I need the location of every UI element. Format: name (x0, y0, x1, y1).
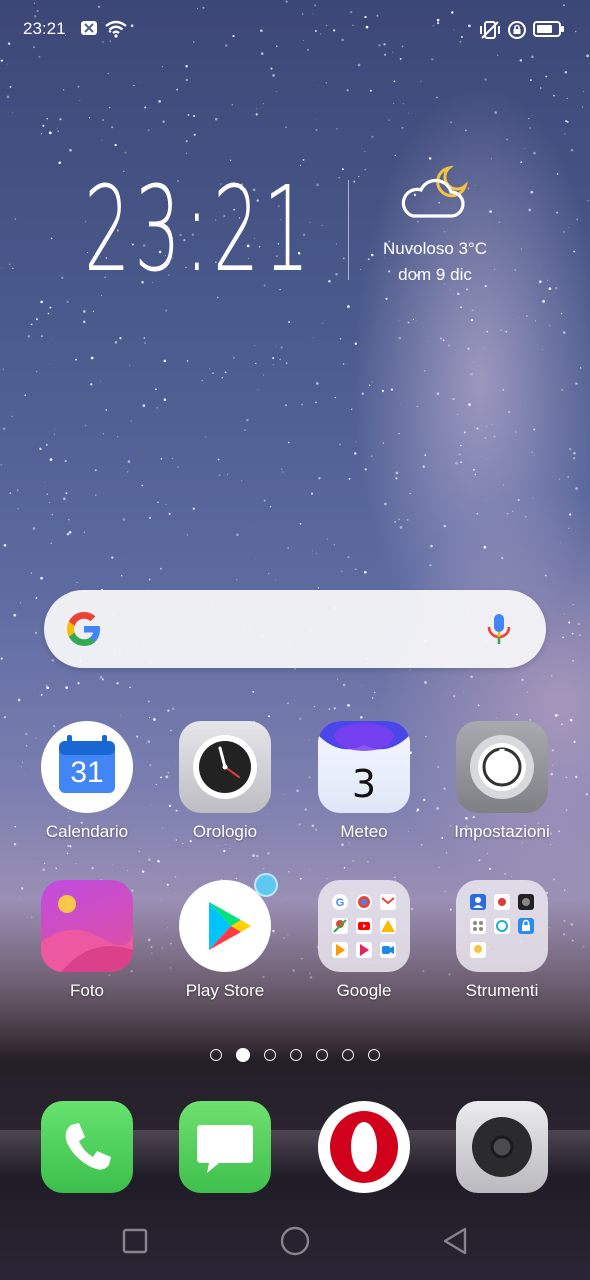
opera-icon (318, 1101, 410, 1193)
page-dot[interactable] (342, 1048, 354, 1061)
wifi-icon (104, 20, 128, 43)
page-dot[interactable] (290, 1048, 302, 1061)
camera-icon (456, 1101, 548, 1193)
dock-camera[interactable] (437, 1101, 567, 1193)
page-indicator[interactable] (0, 1046, 590, 1064)
calendar-date-text: 31 (70, 756, 103, 789)
weather-icon: 3 (318, 721, 410, 813)
page-dot[interactable] (210, 1048, 222, 1061)
page-dot[interactable] (368, 1048, 380, 1061)
page-dot[interactable] (264, 1048, 276, 1061)
navigation-bar (0, 1210, 590, 1270)
page-dot[interactable] (236, 1047, 250, 1062)
svg-text:G: G (336, 897, 345, 909)
clock-icon (179, 721, 271, 813)
app-label: Meteo (340, 822, 388, 841)
status-time: 23:21 (23, 19, 66, 38)
app-impostazioni[interactable]: Impostazioni (437, 721, 567, 842)
folder-icon (456, 880, 548, 972)
folder-icon: G (318, 880, 410, 972)
photos-icon (41, 880, 133, 972)
weather-condition: Nuvoloso 3°C (382, 239, 488, 258)
app-calendario[interactable]: 31 Calendario (22, 721, 152, 842)
meteo-number-text: 3 (352, 762, 376, 806)
google-g-logo (64, 609, 104, 654)
app-label: Impostazioni (454, 822, 550, 841)
battery-icon (533, 20, 565, 43)
weather-widget[interactable]: Nuvoloso 3°C dom 9 dic (370, 162, 500, 288)
page-dot[interactable] (316, 1048, 328, 1061)
app-label: Strumenti (465, 981, 539, 1000)
dock-opera[interactable] (299, 1101, 429, 1193)
notification-badge (254, 873, 278, 897)
clock-widget-time[interactable]: 23:21 (84, 170, 313, 288)
widget-date: dom 9 dic (398, 265, 472, 284)
app-foto[interactable]: Foto (22, 880, 152, 1001)
calendar-icon: 31 (41, 721, 133, 813)
app-label: Foto (69, 981, 105, 1000)
recent-apps-button[interactable] (122, 1228, 148, 1259)
home-button[interactable] (280, 1226, 310, 1261)
widget-divider (348, 180, 349, 280)
google-search-bar[interactable] (44, 590, 546, 668)
app-play-store[interactable]: Play Store (160, 873, 290, 1001)
app-meteo[interactable]: 3 Meteo (299, 721, 429, 842)
folder-strumenti[interactable]: Strumenti (437, 880, 567, 1001)
app-label: Calendario (45, 822, 129, 841)
folder-google[interactable]: G Google (299, 880, 429, 1001)
dock-messages[interactable] (160, 1101, 290, 1193)
settings-icon (456, 721, 548, 813)
messages-icon (179, 1101, 271, 1193)
notification-icon (80, 20, 98, 41)
app-label: Play Store (185, 981, 265, 1000)
app-label: Google (336, 981, 392, 1000)
status-bar: 23:21 (0, 0, 590, 60)
back-button[interactable] (441, 1226, 469, 1261)
vibrate-off-icon (479, 20, 501, 45)
app-label: Orologio (192, 822, 258, 841)
rotation-lock-icon (507, 20, 527, 45)
phone-icon (41, 1101, 133, 1193)
cloudy-night-icon (370, 162, 500, 232)
dock-phone[interactable] (22, 1101, 152, 1193)
mic-icon[interactable] (486, 612, 512, 651)
app-orologio[interactable]: Orologio (160, 721, 290, 842)
